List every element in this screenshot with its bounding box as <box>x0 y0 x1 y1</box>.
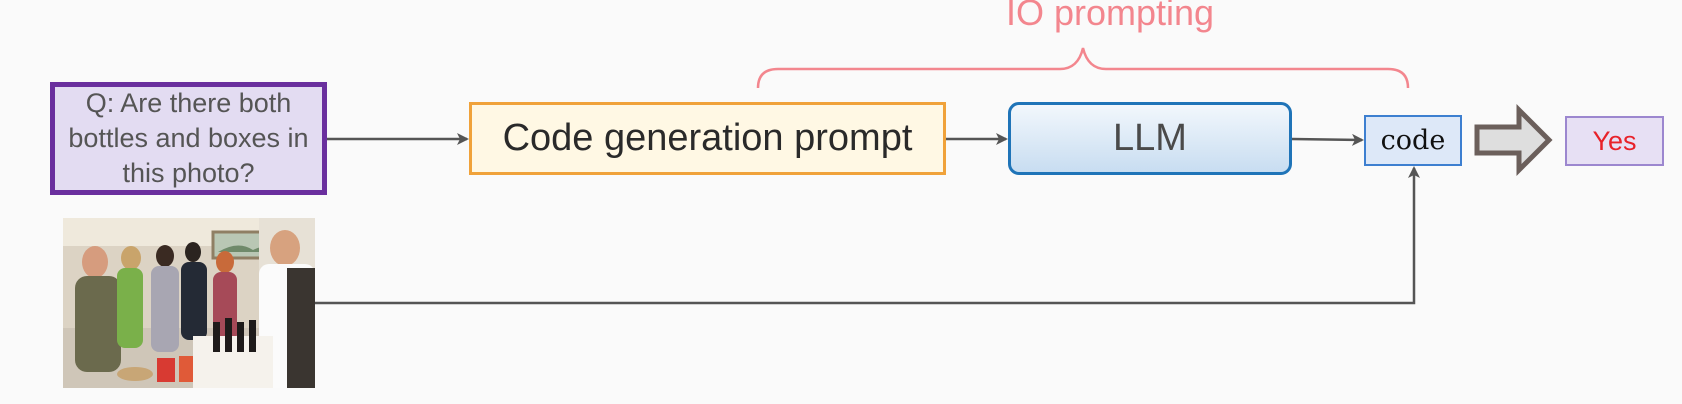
llm-box: LLM <box>1008 102 1292 175</box>
input-photo <box>63 218 315 388</box>
arrow-photo-to-code <box>315 166 1420 305</box>
party-photo-image <box>63 218 315 388</box>
llm-label: LLM <box>1113 117 1187 159</box>
io-prompting-label: IO prompting <box>1005 0 1215 33</box>
answer-box: Yes <box>1565 116 1664 166</box>
io-prompting-brace <box>756 47 1410 89</box>
code-generation-prompt-box: Code generation prompt <box>469 102 946 175</box>
prompt-label: Code generation prompt <box>502 117 913 159</box>
answer-label: Yes <box>1592 125 1637 156</box>
arrow-llm-to-code <box>1291 133 1364 146</box>
code-box: code <box>1364 115 1462 166</box>
question-box: Q: Are there both bottles and boxes in t… <box>50 82 327 195</box>
question-text: Q: Are there both bottles and boxes in t… <box>68 88 309 188</box>
result-arrow <box>1474 103 1553 177</box>
code-label: code <box>1380 125 1446 156</box>
